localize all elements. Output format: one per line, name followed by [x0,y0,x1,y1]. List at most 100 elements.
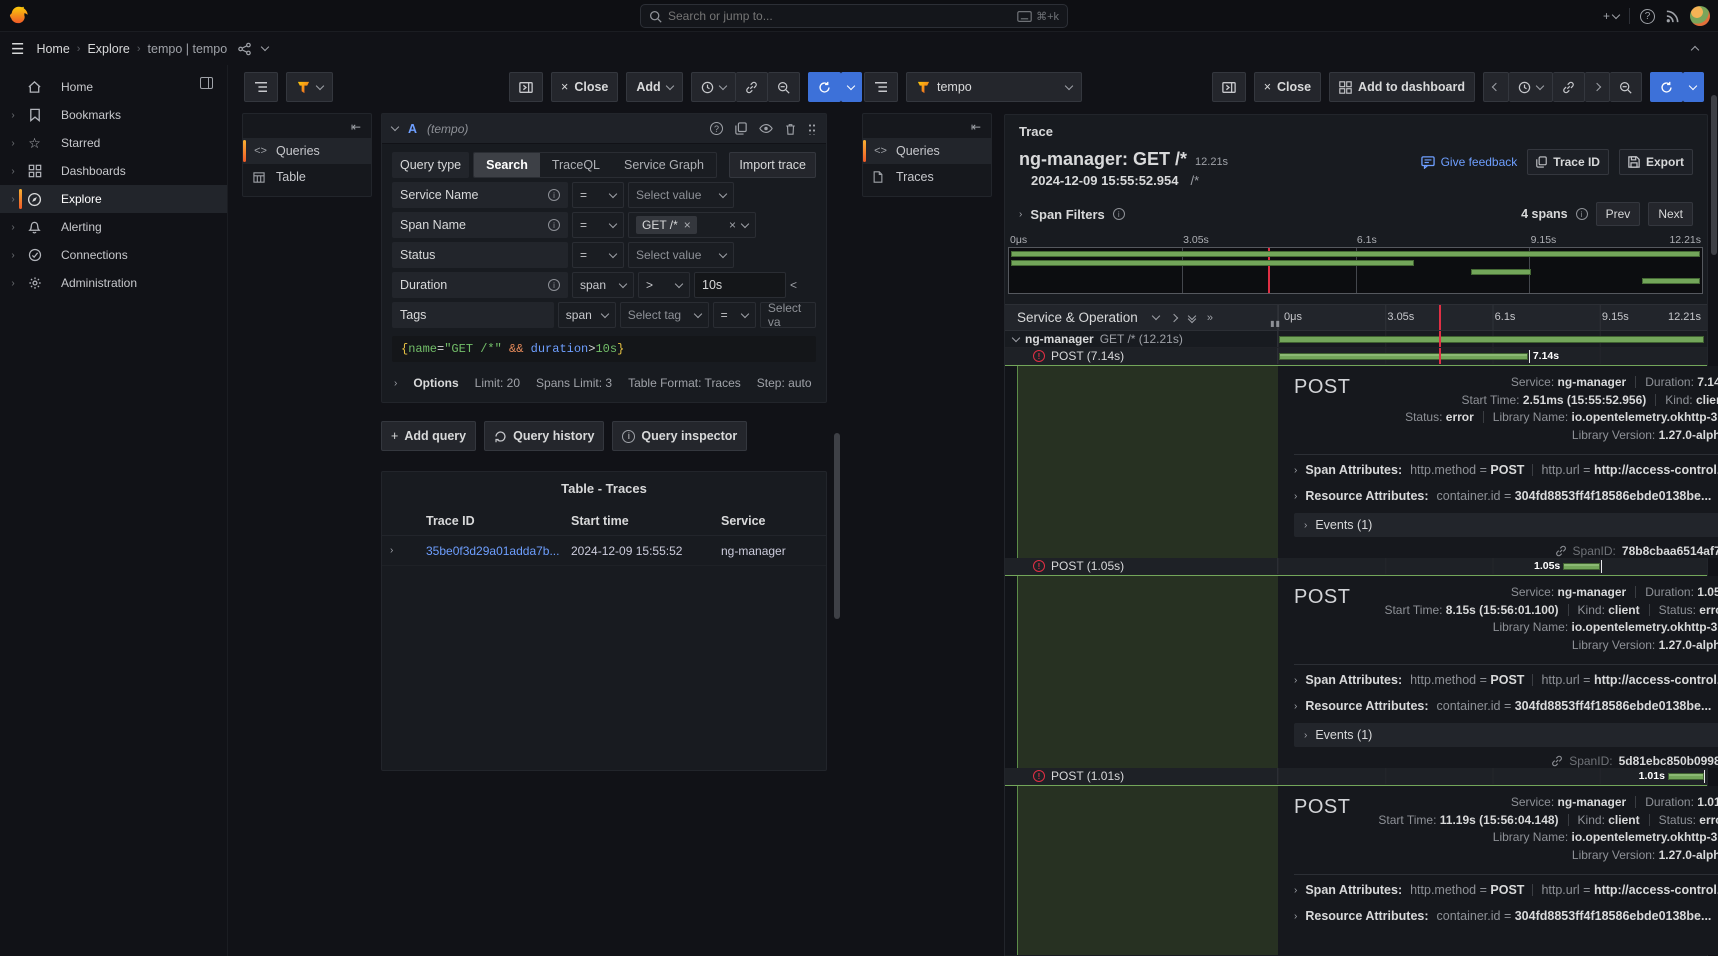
time-picker-left[interactable] [691,72,736,102]
link-icon[interactable] [1551,755,1563,767]
query-history-button[interactable]: Query history [484,421,604,451]
span-bar-1[interactable] [1279,353,1528,360]
remove-chip-icon[interactable]: × [684,218,691,232]
trace-id-link[interactable]: 35be0f3d29a01adda7b... [426,544,571,558]
column-resize-handle[interactable]: ▮▮ [1270,319,1281,328]
datasource-picker-right[interactable]: tempo [906,72,1082,102]
info-icon[interactable]: i [548,189,560,201]
sidebar-item-administration[interactable]: › Administration [0,269,227,297]
query-inspector-button[interactable]: i Query inspector [612,421,747,451]
service-name-value-select[interactable]: Select value [628,182,734,208]
run-query-dropdown-right[interactable] [1683,72,1704,102]
time-shift-forward-button[interactable] [1585,72,1610,102]
sidebar-item-home[interactable]: Home [0,73,227,101]
share-icon[interactable] [237,42,252,56]
mega-menu-icon[interactable]: ☰ [11,40,24,58]
breadcrumb-dropdown-icon[interactable] [261,43,269,51]
zoom-out-button-left[interactable] [768,72,800,102]
resource-attributes-row[interactable]: ›Resource Attributes: container.id = 304… [1294,483,1718,509]
span-row-1[interactable]: ! POST (7.14s) 7.14s [1005,348,1707,365]
breadcrumb-home[interactable]: Home [36,42,69,56]
status-op-select[interactable]: = [572,242,624,268]
span-name-value-select[interactable]: GET /*× × [628,212,756,238]
expand-row-icon[interactable]: › [390,545,426,556]
time-picker-right[interactable] [1509,72,1553,102]
service-operation-header[interactable]: Service & Operation [1017,310,1138,325]
duration-min-input[interactable] [694,272,786,298]
table-row[interactable]: › 35be0f3d29a01adda7b... 2024-12-09 15:5… [382,536,826,566]
query-editor-header[interactable]: A (tempo) ? [382,114,826,144]
sidebar-item-alerting[interactable]: › Alerting [0,213,227,241]
collapse-tabs-icon[interactable]: ⇤ [863,114,991,138]
run-query-button-left[interactable] [808,72,841,102]
left-pane-scrollbar[interactable] [834,433,840,619]
duplicate-query-icon[interactable] [735,122,747,135]
hide-response-icon[interactable] [759,123,773,134]
time-shift-back-button[interactable] [1483,72,1509,102]
trace-minimap[interactable]: 0μs 3.05s 6.1s 9.15s 12.21s [1008,234,1703,294]
status-value-select[interactable]: Select value [628,242,734,268]
collapse-tabs-icon[interactable]: ⇤ [243,114,371,138]
close-pane-button-left[interactable]: × Close [551,72,618,102]
datasource-picker-left[interactable] [286,72,333,102]
duration-op-select[interactable]: > [638,272,690,298]
permalink-button-right[interactable] [1553,72,1585,102]
add-new-button[interactable]: + [1603,9,1619,23]
expand-all-icon[interactable]: » [1207,312,1213,324]
sidebar-item-bookmarks[interactable]: › Bookmarks [0,101,227,129]
import-trace-button[interactable]: Import trace [729,152,816,178]
collapse-query-icon[interactable] [391,123,399,131]
add-query-button[interactable]: + Add query [381,421,476,451]
clear-icon[interactable]: × [729,218,736,232]
span-attributes-row[interactable]: ›Span Attributes: http.method = POST htt… [1294,457,1718,483]
split-open-button-left[interactable] [509,72,543,102]
prev-span-button[interactable]: Prev [1596,202,1641,226]
collapse-row-icon[interactable] [1012,333,1020,341]
toc-button[interactable] [244,72,278,102]
add-to-dashboard-button[interactable]: Add to dashboard [1329,72,1475,102]
query-help-icon[interactable]: ? [710,122,723,135]
toc-button-right[interactable] [864,72,898,102]
give-feedback-link[interactable]: Give feedback [1421,155,1518,169]
events-row[interactable]: ›Events (1) [1294,513,1718,537]
sidebar-item-dashboards[interactable]: › Dashboards [0,157,227,185]
help-icon[interactable]: ? [1640,9,1655,24]
search-input[interactable] [668,9,1017,23]
span-row-3[interactable]: ! POST (1.01s) 1.01s [1005,768,1707,785]
span-bar-2[interactable] [1563,563,1600,570]
drag-handle-icon[interactable] [808,123,816,135]
permalink-button-left[interactable] [736,72,768,102]
resource-attributes-row[interactable]: ›Resource Attributes: container.id = 304… [1294,693,1718,719]
resource-attributes-row[interactable]: ›Resource Attributes: container.id = 304… [1294,903,1718,929]
split-close-button-right[interactable] [1212,72,1246,102]
span-filters-label[interactable]: Span Filters [1030,207,1104,222]
next-span-button[interactable]: Next [1648,202,1693,226]
zoom-out-button-right[interactable] [1610,72,1642,102]
col-start-time[interactable]: Start time [571,514,721,528]
duration-scope-select[interactable]: span [572,272,634,298]
query-options-row[interactable]: › Options Limit: 20 Spans Limit: 3 Table… [392,368,816,392]
span-name-op-select[interactable]: = [572,212,624,238]
remove-query-icon[interactable] [785,123,796,135]
user-avatar[interactable] [1690,6,1710,26]
tags-op-select[interactable]: = [713,302,756,328]
span-bar-root[interactable] [1279,336,1704,343]
query-type-search[interactable]: Search [474,153,540,177]
span-name-chip[interactable]: GET /*× [636,216,697,234]
span-attributes-row[interactable]: ›Span Attributes: http.method = POST htt… [1294,667,1718,693]
info-icon[interactable]: i [548,279,560,291]
collapse-all-icon[interactable] [1189,313,1195,322]
span-attributes-row[interactable]: ›Span Attributes: http.method = POST htt… [1294,877,1718,903]
query-type-traceql[interactable]: TraceQL [540,153,612,177]
news-icon[interactable] [1665,9,1680,24]
breadcrumb-explore[interactable]: Explore [87,42,129,56]
tab-queries-left[interactable]: <> Queries [243,138,371,164]
tab-queries-right[interactable]: <> Queries [863,138,991,164]
sidebar-item-starred[interactable]: › ☆ Starred [0,129,227,157]
span-row-2[interactable]: ! POST (1.05s) 1.05s [1005,558,1707,575]
sidebar-item-explore[interactable]: › Explore [0,185,227,213]
sidebar-item-connections[interactable]: › Connections [0,241,227,269]
collapse-one-icon[interactable] [1152,312,1160,320]
export-button[interactable]: Export [1619,149,1693,175]
grafana-logo[interactable] [8,5,30,27]
